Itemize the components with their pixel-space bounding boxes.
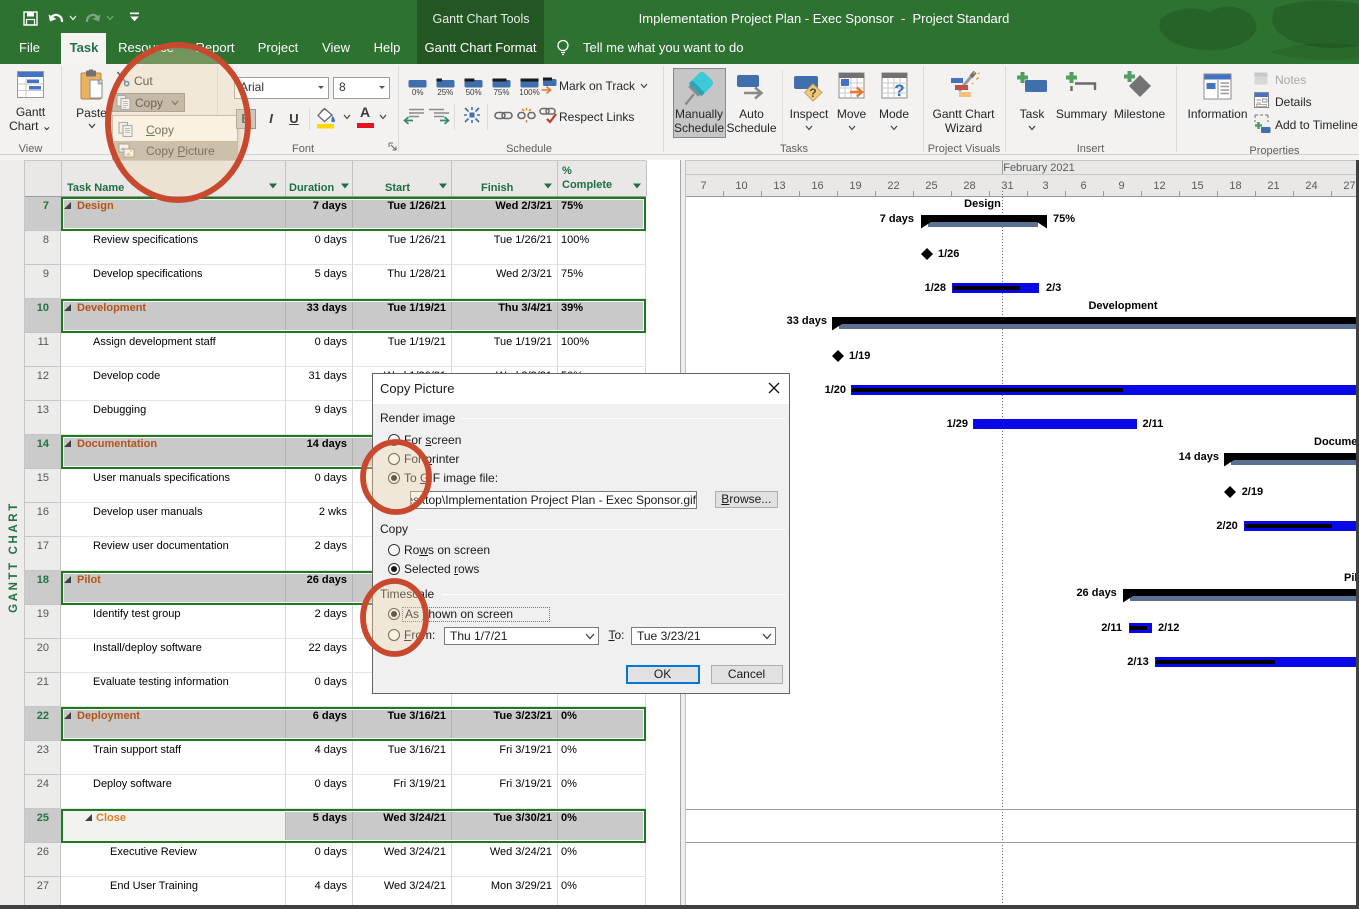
- svg-text:?: ?: [894, 81, 904, 100]
- svg-text:?: ?: [809, 86, 816, 100]
